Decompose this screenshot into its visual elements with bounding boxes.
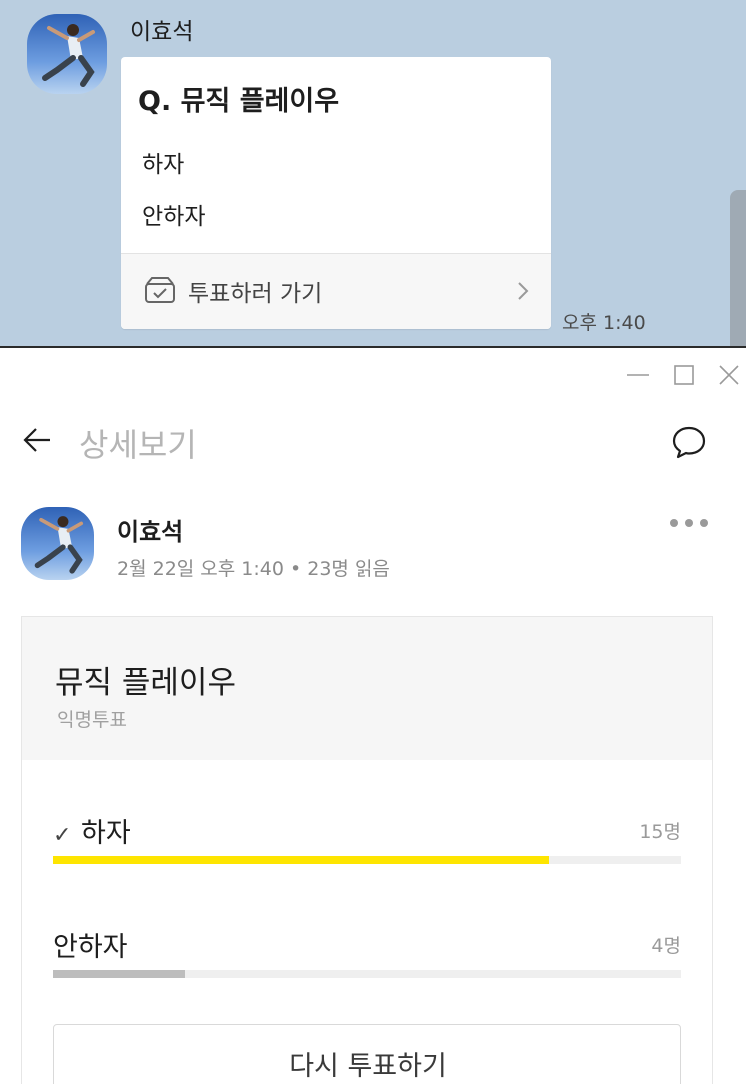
vote-count: 15명 [639, 821, 681, 843]
vote-bar-fill [53, 856, 550, 864]
minimize-icon[interactable] [625, 362, 651, 388]
poll-question: Q. 뮤직 플레이우 [138, 86, 340, 117]
poll-option-preview: 하자 [142, 152, 185, 178]
poll-header: 뮤직 플레이우 익명투표 [22, 617, 712, 760]
poll-card: 뮤직 플레이우 익명투표 ✓ 하자 15명 안하자 4명 다시 투표하기 [21, 616, 713, 1084]
message-time: 오후 1:40 [562, 312, 646, 334]
poll-title: 뮤직 플레이우 [55, 665, 236, 701]
maximize-icon[interactable] [671, 362, 697, 388]
chat-pane: 이효석 Q. 뮤직 플레이우 하자 안하자 투표하러 가기 오후 1:40 [0, 0, 746, 346]
ballot-box-icon [145, 277, 175, 303]
avatar[interactable] [21, 507, 94, 580]
close-icon[interactable] [716, 362, 742, 388]
avatar[interactable] [27, 14, 107, 94]
post-meta: 2월 22일 오후 1:40 • 23명 읽음 [117, 558, 390, 580]
post-author-name: 이효석 [117, 518, 184, 546]
page-title: 상세보기 [79, 426, 197, 464]
chat-sender-name: 이효석 [130, 19, 194, 45]
comment-icon[interactable] [671, 425, 707, 459]
revote-button[interactable]: 다시 투표하기 [53, 1024, 681, 1084]
checkmark-icon: ✓ [53, 823, 72, 848]
poll-type-label: 익명투표 [57, 709, 127, 731]
scrollbar[interactable] [730, 190, 746, 346]
back-arrow-icon[interactable] [22, 426, 52, 454]
go-vote-label: 투표하러 가기 [188, 281, 323, 307]
revote-label: 다시 투표하기 [289, 1051, 447, 1082]
vote-bar-fill [53, 970, 185, 978]
more-options-icon[interactable] [668, 517, 710, 529]
pane-divider [0, 346, 746, 348]
poll-option-label: 안하자 [53, 932, 128, 963]
vote-bar-track [53, 970, 681, 978]
poll-message-bubble[interactable]: Q. 뮤직 플레이우 하자 안하자 투표하러 가기 [121, 57, 551, 329]
poll-option-preview: 안하자 [142, 204, 206, 230]
poll-option-label: ✓ 하자 [53, 818, 131, 849]
vote-bar-track [53, 856, 681, 864]
go-vote-button[interactable]: 투표하러 가기 [121, 253, 551, 329]
chevron-right-icon [518, 282, 529, 300]
vote-count: 4명 [651, 935, 681, 957]
